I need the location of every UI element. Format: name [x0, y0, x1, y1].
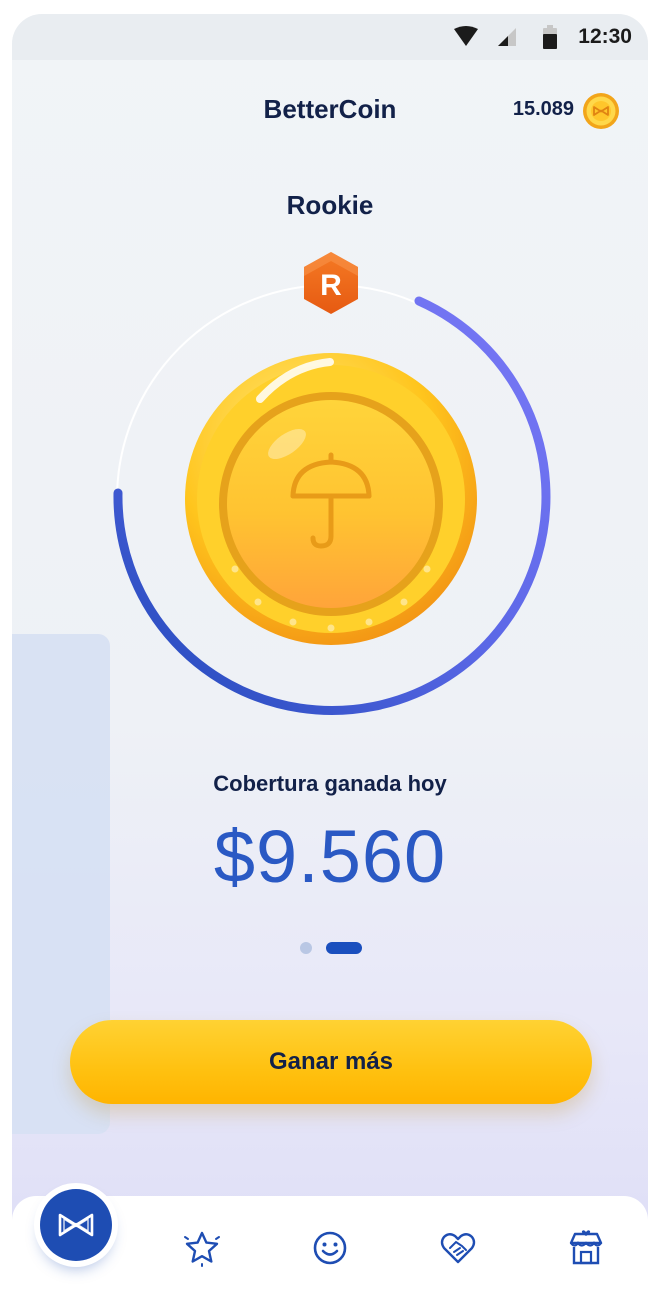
nav-home-button[interactable]	[40, 1189, 112, 1261]
smiley-icon[interactable]	[310, 1228, 350, 1268]
carousel-dot-active[interactable]	[326, 942, 362, 954]
level-progress-ring: R	[113, 252, 551, 716]
store-icon[interactable]	[566, 1228, 606, 1268]
earn-more-button[interactable]: Ganar más	[70, 1020, 592, 1104]
handshake-heart-icon[interactable]	[438, 1228, 478, 1268]
carousel-indicator[interactable]	[298, 940, 378, 956]
home-logo-icon	[58, 1213, 94, 1237]
level-badge-letter: R	[320, 269, 342, 302]
coin-graphic	[185, 353, 477, 645]
star-icon[interactable]	[182, 1228, 222, 1268]
carousel-dot[interactable]	[300, 942, 312, 954]
app-screen: 12:30 BetterCoin 15.089 Rookie R Cobertu…	[12, 14, 648, 1303]
coverage-amount: $9.560	[213, 815, 447, 898]
level-badge: R	[304, 252, 358, 314]
coverage-label: Cobertura ganada hoy	[213, 771, 447, 796]
